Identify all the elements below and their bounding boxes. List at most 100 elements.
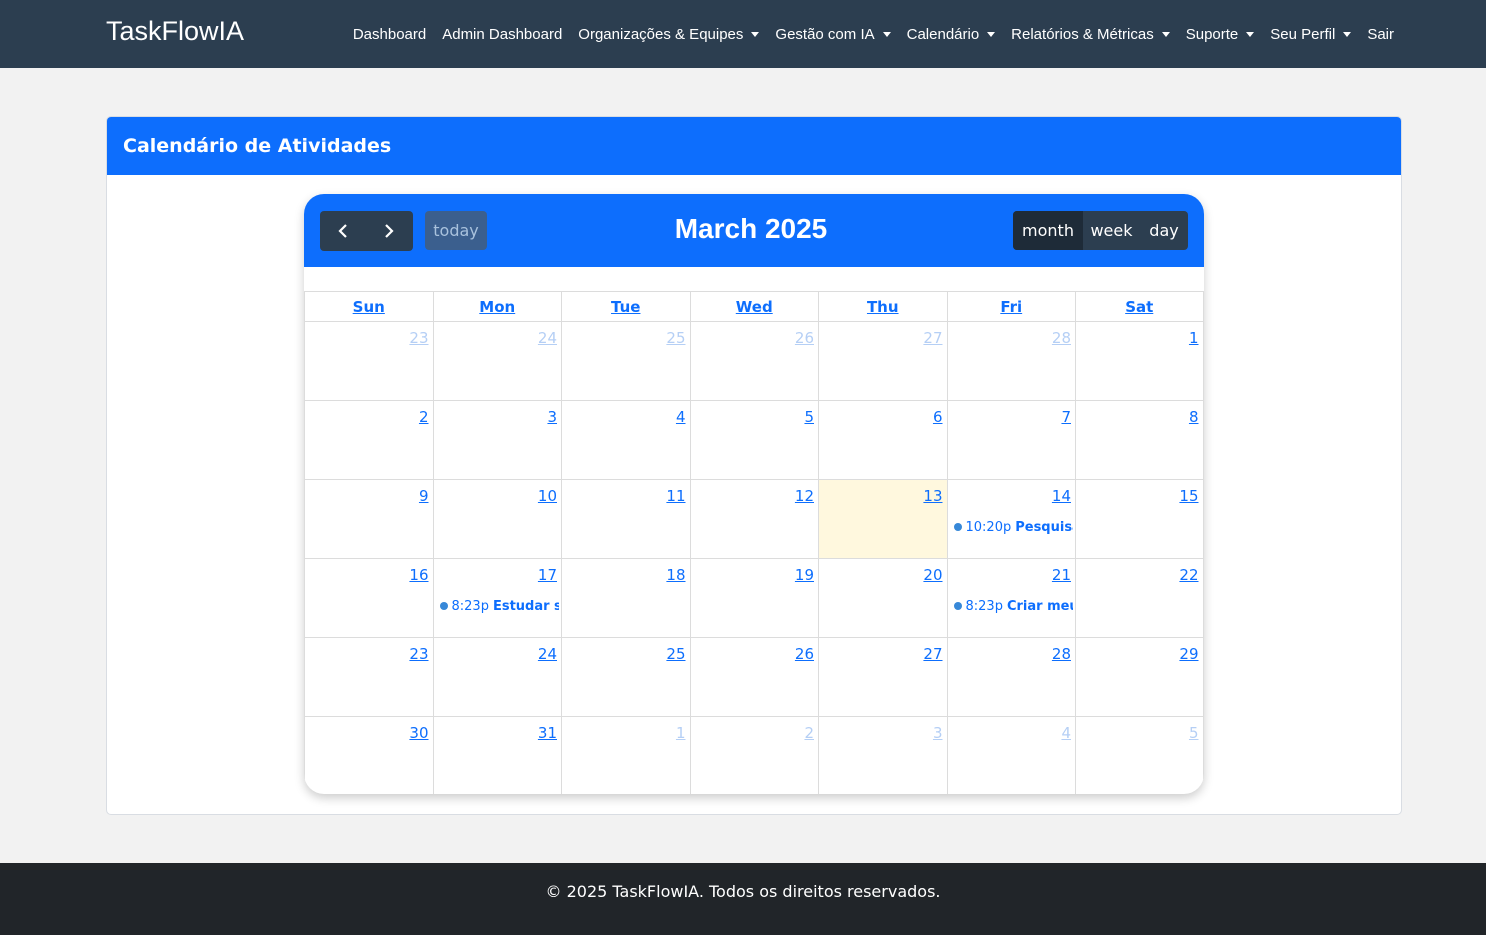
day-number[interactable]: 25 bbox=[666, 329, 685, 347]
day-number[interactable]: 21 bbox=[1052, 566, 1071, 584]
day-number[interactable]: 25 bbox=[666, 645, 685, 663]
day-cell[interactable]: 6 bbox=[818, 401, 947, 479]
day-cell[interactable]: 23 bbox=[304, 322, 433, 400]
nav-item-admin-dashboard[interactable]: Admin Dashboard bbox=[442, 26, 562, 43]
day-cell[interactable]: 23 bbox=[304, 638, 433, 716]
day-number[interactable]: 3 bbox=[933, 724, 943, 742]
day-number[interactable]: 14 bbox=[1052, 487, 1071, 505]
day-number[interactable]: 4 bbox=[1061, 724, 1071, 742]
day-cell[interactable]: 17 8:23pEstudar sob bbox=[432, 559, 562, 637]
day-cell[interactable]: 26 bbox=[689, 322, 819, 400]
day-number[interactable]: 22 bbox=[1179, 566, 1198, 584]
day-cell[interactable]: 4 bbox=[561, 401, 690, 479]
day-number[interactable]: 8 bbox=[1189, 408, 1199, 426]
day-cell[interactable]: 20 bbox=[818, 559, 947, 637]
nav-item-calend-rio[interactable]: Calendário bbox=[907, 26, 996, 43]
day-cell[interactable]: 1 bbox=[1075, 322, 1204, 400]
day-number[interactable]: 1 bbox=[1189, 329, 1199, 347]
day-number[interactable]: 17 bbox=[538, 566, 557, 584]
weekday-header-sun[interactable]: Sun bbox=[304, 292, 433, 321]
day-number[interactable]: 2 bbox=[419, 408, 429, 426]
calendar-event[interactable]: 8:23pEstudar sob bbox=[439, 597, 559, 615]
day-cell[interactable]: 25 bbox=[561, 322, 690, 400]
day-cell[interactable]: 12 bbox=[689, 480, 819, 558]
day-cell[interactable]: 28 bbox=[946, 638, 1076, 716]
day-number[interactable]: 1 bbox=[676, 724, 686, 742]
day-number[interactable]: 7 bbox=[1061, 408, 1071, 426]
day-cell[interactable]: 7 bbox=[946, 401, 1076, 479]
day-number[interactable]: 3 bbox=[547, 408, 557, 426]
day-cell[interactable]: 27 bbox=[818, 322, 947, 400]
weekday-header-tue[interactable]: Tue bbox=[561, 292, 690, 321]
day-number[interactable]: 24 bbox=[538, 645, 557, 663]
weekday-header-mon[interactable]: Mon bbox=[432, 292, 562, 321]
day-cell[interactable]: 29 bbox=[1075, 638, 1204, 716]
view-week-button[interactable]: week bbox=[1083, 211, 1140, 250]
day-number[interactable]: 6 bbox=[933, 408, 943, 426]
day-number[interactable]: 29 bbox=[1179, 645, 1198, 663]
brand-logo[interactable]: TaskFlowIA bbox=[106, 16, 244, 47]
day-number[interactable]: 12 bbox=[795, 487, 814, 505]
day-number[interactable]: 28 bbox=[1052, 645, 1071, 663]
day-cell[interactable]: 14 10:20pPesquisar bbox=[946, 480, 1076, 558]
day-cell[interactable]: 10 bbox=[432, 480, 562, 558]
day-cell[interactable]: 31 bbox=[432, 717, 562, 794]
day-number[interactable]: 5 bbox=[804, 408, 814, 426]
day-number[interactable]: 9 bbox=[419, 487, 429, 505]
day-cell[interactable]: 24 bbox=[432, 638, 562, 716]
day-number[interactable]: 10 bbox=[538, 487, 557, 505]
day-number[interactable]: 5 bbox=[1189, 724, 1199, 742]
day-cell[interactable]: 24 bbox=[432, 322, 562, 400]
day-cell[interactable]: 30 bbox=[304, 717, 433, 794]
day-number[interactable]: 20 bbox=[923, 566, 942, 584]
nav-item-suporte[interactable]: Suporte bbox=[1186, 26, 1255, 43]
weekday-header-thu[interactable]: Thu bbox=[818, 292, 947, 321]
day-cell[interactable]: 5 bbox=[689, 401, 819, 479]
day-number[interactable]: 18 bbox=[666, 566, 685, 584]
day-cell[interactable]: 2 bbox=[689, 717, 819, 794]
day-number[interactable]: 2 bbox=[804, 724, 814, 742]
day-cell[interactable]: 4 bbox=[946, 717, 1076, 794]
day-cell[interactable]: 25 bbox=[561, 638, 690, 716]
weekday-header-wed[interactable]: Wed bbox=[689, 292, 819, 321]
day-cell[interactable]: 18 bbox=[561, 559, 690, 637]
weekday-header-sat[interactable]: Sat bbox=[1075, 292, 1204, 321]
day-cell[interactable]: 16 bbox=[304, 559, 433, 637]
day-cell[interactable]: 11 bbox=[561, 480, 690, 558]
nav-item-relat-rios-m-tricas[interactable]: Relatórios & Métricas bbox=[1011, 26, 1170, 43]
day-cell[interactable]: 5 bbox=[1075, 717, 1204, 794]
day-number[interactable]: 28 bbox=[1052, 329, 1071, 347]
day-number[interactable]: 24 bbox=[538, 329, 557, 347]
nav-item-dashboard[interactable]: Dashboard bbox=[353, 26, 426, 43]
day-number[interactable]: 31 bbox=[538, 724, 557, 742]
day-number[interactable]: 26 bbox=[795, 329, 814, 347]
nav-item-organiza-es-equipes[interactable]: Organizações & Equipes bbox=[578, 26, 760, 43]
day-number[interactable]: 4 bbox=[676, 408, 686, 426]
view-day-button[interactable]: day bbox=[1140, 211, 1188, 250]
day-number[interactable]: 23 bbox=[409, 645, 428, 663]
day-cell[interactable]: 9 bbox=[304, 480, 433, 558]
weekday-header-fri[interactable]: Fri bbox=[946, 292, 1076, 321]
day-cell[interactable]: 15 bbox=[1075, 480, 1204, 558]
day-number[interactable]: 13 bbox=[923, 487, 942, 505]
day-number[interactable]: 26 bbox=[795, 645, 814, 663]
day-number[interactable]: 11 bbox=[666, 487, 685, 505]
nav-item-gest-o-com-ia[interactable]: Gestão com IA bbox=[775, 26, 891, 43]
day-cell[interactable]: 2 bbox=[304, 401, 433, 479]
day-number[interactable]: 23 bbox=[409, 329, 428, 347]
nav-item-seu-perfil[interactable]: Seu Perfil bbox=[1270, 26, 1352, 43]
day-number[interactable]: 27 bbox=[923, 329, 942, 347]
day-cell[interactable]: 3 bbox=[818, 717, 947, 794]
day-cell[interactable]: 3 bbox=[432, 401, 562, 479]
day-number[interactable]: 27 bbox=[923, 645, 942, 663]
day-number[interactable]: 15 bbox=[1179, 487, 1198, 505]
nav-item-sair[interactable]: Sair bbox=[1367, 26, 1394, 43]
day-number[interactable]: 19 bbox=[795, 566, 814, 584]
day-cell[interactable]: 1 bbox=[561, 717, 690, 794]
calendar-event[interactable]: 10:20pPesquisar bbox=[953, 518, 1073, 536]
day-cell[interactable]: 28 bbox=[946, 322, 1076, 400]
day-cell[interactable]: 27 bbox=[818, 638, 947, 716]
day-cell[interactable]: 8 bbox=[1075, 401, 1204, 479]
day-number[interactable]: 30 bbox=[409, 724, 428, 742]
day-cell[interactable]: 26 bbox=[689, 638, 819, 716]
